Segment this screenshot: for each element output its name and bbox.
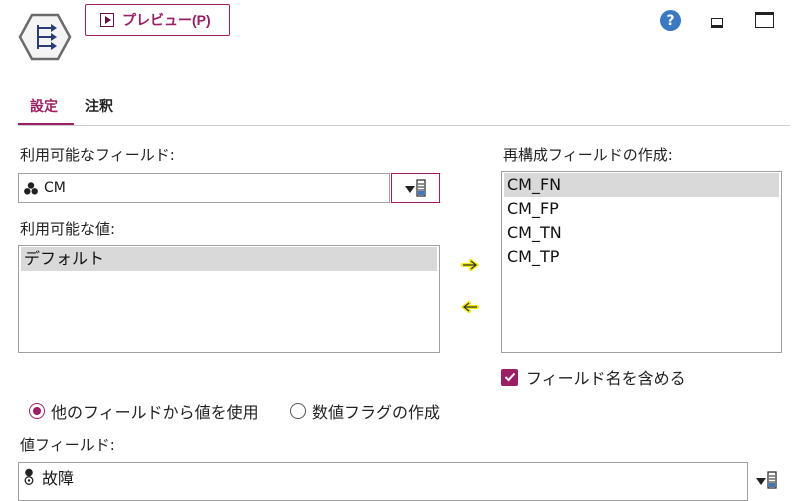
value-field-value: 故障 (42, 469, 75, 488)
field-picker-button[interactable] (391, 173, 440, 203)
value-field-picker-button[interactable] (752, 466, 782, 494)
use-values-from-other-fields-radio[interactable] (29, 403, 45, 419)
tab-divider (18, 125, 790, 126)
remove-value-arrow-icon[interactable] (459, 296, 481, 318)
preview-button[interactable]: プレビュー(P) (85, 4, 230, 36)
create-numeric-flags-option[interactable]: 数値フラグの作成 (290, 399, 440, 423)
field-list-icon (404, 178, 428, 198)
include-field-name-option[interactable]: フィールド名を含める (501, 365, 686, 389)
value-field-label: 値フィールド: (20, 436, 115, 454)
minimize-icon[interactable] (711, 18, 723, 28)
maximize-icon[interactable] (755, 12, 774, 28)
include-field-name-label: フィールド名を含める (526, 369, 686, 388)
available-values-list[interactable]: デフォルト (18, 245, 440, 353)
list-item[interactable]: CM_TP (504, 245, 779, 269)
list-item[interactable]: デフォルト (21, 247, 437, 271)
list-item[interactable]: CM_FP (504, 197, 779, 221)
play-icon (100, 13, 114, 27)
tab-settings[interactable]: 設定 (30, 96, 58, 116)
generated-fields-label: 再構成フィールドの作成: (503, 146, 673, 164)
include-field-name-checkbox[interactable] (501, 368, 518, 386)
nominal-field-icon (24, 181, 38, 195)
help-icon[interactable]: ? (660, 10, 681, 31)
available-fields-label: 利用可能なフィールド: (20, 146, 175, 164)
add-value-arrow-icon[interactable] (459, 254, 481, 276)
flag-field-icon (24, 468, 34, 486)
list-item[interactable]: CM_TN (504, 221, 779, 245)
use-values-from-other-fields-option[interactable]: 他のフィールドから値を使用 (29, 399, 259, 423)
use-values-from-other-fields-label: 他のフィールドから値を使用 (51, 403, 259, 422)
generated-fields-list[interactable]: CM_FN CM_FP CM_TN CM_TP (501, 171, 782, 353)
create-numeric-flags-label: 数値フラグの作成 (312, 403, 441, 422)
list-item[interactable]: CM_FN (504, 173, 779, 197)
field-list-icon (755, 470, 779, 490)
available-fields-input[interactable]: CM (18, 173, 390, 203)
available-values-label: 利用可能な値: (20, 220, 116, 238)
restructure-node-icon (18, 12, 72, 62)
tab-annotations[interactable]: 注釈 (85, 96, 113, 116)
preview-label: プレビュー(P) (122, 12, 211, 28)
value-field-list[interactable]: 故障 (18, 462, 748, 501)
available-fields-value: CM (44, 180, 66, 196)
list-item[interactable]: 故障 (19, 463, 747, 491)
create-numeric-flags-radio[interactable] (290, 403, 306, 419)
